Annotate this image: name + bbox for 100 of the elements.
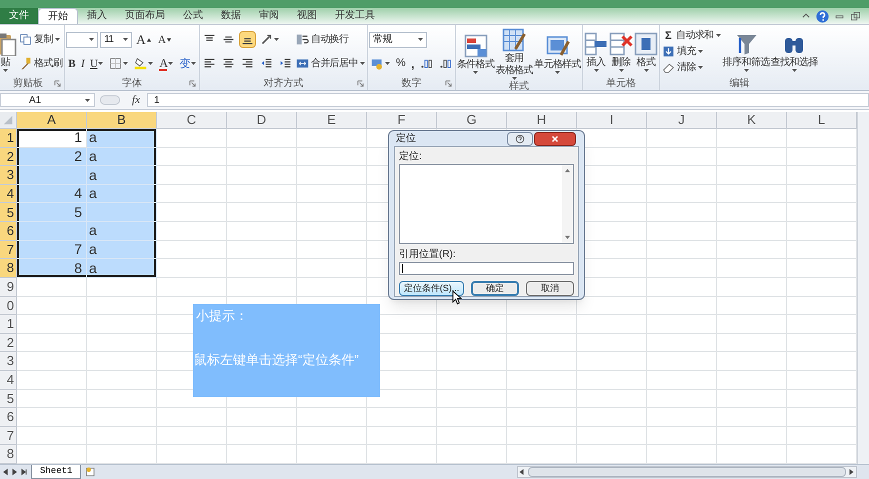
table-cell[interactable]: [157, 240, 227, 260]
column-header[interactable]: K: [717, 112, 787, 130]
dropdown-field[interactable]: 11: [100, 32, 132, 48]
table-cell[interactable]: [297, 129, 367, 148]
ribbon-button[interactable]: Σ 自动求和: [661, 28, 722, 44]
table-cell[interactable]: [717, 184, 787, 204]
table-cell[interactable]: [367, 408, 437, 427]
ribbon-button[interactable]: I: [78, 55, 86, 72]
table-cell[interactable]: [87, 370, 157, 390]
dialog-button[interactable]: 确定: [471, 281, 519, 296]
table-cell[interactable]: [507, 315, 577, 334]
table-cell[interactable]: [157, 278, 227, 296]
table-cell[interactable]: [507, 334, 577, 352]
table-cell[interactable]: a: [87, 222, 157, 241]
table-cell[interactable]: [647, 129, 717, 148]
table-cell[interactable]: [717, 203, 787, 222]
table-cell[interactable]: [17, 315, 87, 334]
table-cell[interactable]: [87, 296, 157, 316]
row-header[interactable]: 6: [0, 408, 17, 427]
table-cell[interactable]: [647, 148, 717, 166]
table-cell[interactable]: 5: [17, 203, 87, 222]
table-cell[interactable]: [507, 390, 577, 408]
table-cell[interactable]: [577, 370, 647, 390]
table-cell[interactable]: [17, 296, 87, 316]
column-header[interactable]: B: [87, 112, 157, 130]
table-cell[interactable]: [647, 184, 717, 204]
table-cell[interactable]: [87, 352, 157, 371]
table-cell[interactable]: [297, 166, 367, 185]
row-header[interactable]: 2: [0, 334, 17, 352]
vertical-scrollbar[interactable]: [562, 165, 573, 243]
row-header[interactable]: 2: [0, 148, 17, 166]
table-cell[interactable]: [17, 222, 87, 241]
row-header[interactable]: 8: [0, 259, 17, 278]
table-cell[interactable]: [717, 278, 787, 296]
table-cell[interactable]: 4: [17, 184, 87, 204]
table-cell[interactable]: [647, 222, 717, 241]
ribbon-button[interactable]: 单元格样式: [534, 34, 582, 74]
table-cell[interactable]: [437, 352, 507, 371]
ribbon-button[interactable]: 清除: [661, 60, 704, 76]
table-cell[interactable]: a: [87, 129, 157, 148]
table-cell[interactable]: a: [87, 240, 157, 260]
table-cell[interactable]: [647, 334, 717, 352]
row-header[interactable]: 3: [0, 352, 17, 371]
dropdown-field[interactable]: [66, 32, 98, 48]
table-cell[interactable]: [157, 203, 227, 222]
ribbon-tab[interactable]: 文件: [0, 8, 38, 24]
ribbon-button[interactable]: 删除: [609, 32, 634, 72]
ribbon-tab[interactable]: 插入: [78, 8, 116, 24]
table-cell[interactable]: [437, 334, 507, 352]
row-header[interactable]: 7: [0, 240, 17, 260]
table-cell[interactable]: [87, 408, 157, 427]
table-cell[interactable]: [17, 352, 87, 371]
table-cell[interactable]: [717, 296, 787, 316]
column-header[interactable]: A: [17, 112, 87, 130]
column-header[interactable]: I: [577, 112, 647, 130]
table-cell[interactable]: [717, 334, 787, 352]
table-cell[interactable]: 7: [17, 240, 87, 260]
table-cell[interactable]: [437, 370, 507, 390]
table-cell[interactable]: [437, 390, 507, 408]
table-cell[interactable]: [297, 240, 367, 260]
ribbon-button[interactable]: A: [156, 31, 174, 48]
table-cell[interactable]: [297, 278, 367, 296]
ribbon-button[interactable]: 格式刷: [18, 56, 64, 72]
sheet-tab[interactable]: Sheet1: [31, 465, 82, 479]
row-header[interactable]: 7: [0, 426, 17, 446]
row-header[interactable]: 1: [0, 129, 17, 148]
table-cell[interactable]: [297, 426, 367, 446]
table-cell[interactable]: [297, 222, 367, 241]
table-cell[interactable]: [157, 259, 227, 278]
table-cell[interactable]: [227, 259, 297, 278]
row-header[interactable]: 9: [0, 278, 17, 296]
table-cell[interactable]: [157, 148, 227, 166]
ribbon-button[interactable]: A: [134, 31, 154, 48]
column-header[interactable]: E: [297, 112, 367, 130]
table-cell[interactable]: [717, 315, 787, 334]
ribbon-button[interactable]: 套用 表格格式: [495, 28, 534, 80]
table-cell[interactable]: [717, 390, 787, 408]
insert-function-button[interactable]: fx: [125, 92, 147, 108]
table-cell[interactable]: [647, 259, 717, 278]
table-cell[interactable]: [507, 408, 577, 427]
ribbon-button[interactable]: ,: [409, 55, 416, 72]
ribbon-button[interactable]: [238, 31, 256, 48]
table-cell[interactable]: a: [87, 259, 157, 278]
table-cell[interactable]: 8: [17, 259, 87, 278]
table-cell[interactable]: [717, 408, 787, 427]
table-cell[interactable]: [17, 370, 87, 390]
ribbon-tab[interactable]: 开始: [38, 8, 78, 24]
table-cell[interactable]: [157, 129, 227, 148]
table-cell[interactable]: [437, 426, 507, 446]
table-cell[interactable]: [577, 334, 647, 352]
table-cell[interactable]: [647, 408, 717, 427]
column-header[interactable]: J: [647, 112, 717, 130]
row-header[interactable]: 0: [0, 296, 17, 316]
table-cell[interactable]: [577, 408, 647, 427]
ribbon-tab[interactable]: 页面布局: [116, 8, 174, 24]
ribbon-button[interactable]: 条件格式: [456, 34, 494, 74]
table-cell[interactable]: [647, 240, 717, 260]
ribbon-button[interactable]: 插入: [584, 32, 608, 72]
table-cell[interactable]: [87, 426, 157, 446]
table-cell[interactable]: [87, 334, 157, 352]
